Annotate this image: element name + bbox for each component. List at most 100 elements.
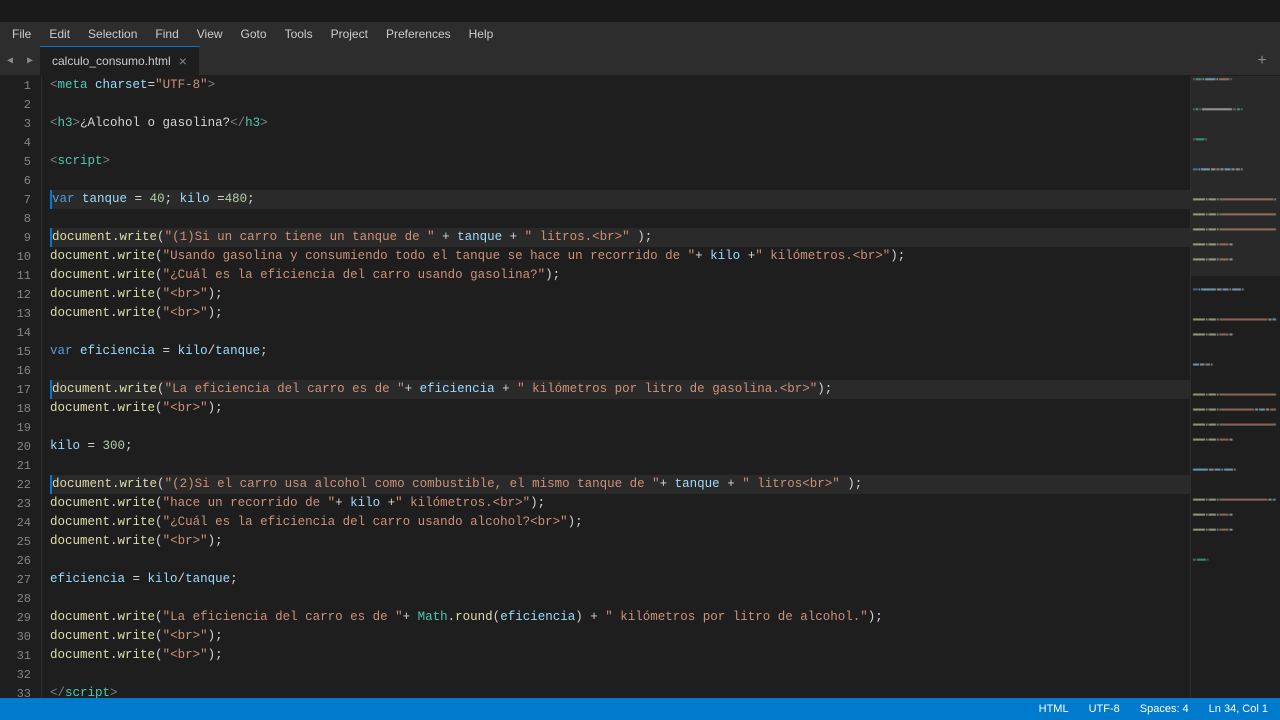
title-bar-controls (1210, 2, 1272, 20)
code-line-8 (50, 209, 1190, 228)
title-bar (0, 0, 1280, 22)
tab-calculo-consumo[interactable]: calculo_consumo.html × (40, 46, 200, 76)
line-number-9: 9 (0, 228, 41, 247)
code-editor[interactable]: <meta charset="UTF-8"> <h3>¿Alcohol o ga… (42, 76, 1190, 698)
close-button[interactable] (1254, 2, 1272, 20)
line-number-29: 29 (0, 608, 41, 627)
code-line-7: var tanque = 40; kilo =480; (50, 190, 1190, 209)
menu-item-project[interactable]: Project (323, 25, 376, 43)
menu-item-find[interactable]: Find (147, 25, 186, 43)
tab-close-button[interactable]: × (179, 54, 187, 68)
menu-item-file[interactable]: File (4, 25, 39, 43)
line-number-7: 7 (0, 190, 41, 209)
line-number-2: 2 (0, 95, 41, 114)
line-number-5: 5 (0, 152, 41, 171)
menu-item-view[interactable]: View (189, 25, 231, 43)
code-line-9: document.write("(1)Si un carro tiene un … (50, 228, 1190, 247)
tab-bar: ◀ ▶ calculo_consumo.html × + (0, 46, 1280, 76)
tab-nav-right[interactable]: ▶ (20, 46, 40, 76)
status-right: HTML UTF-8 Spaces: 4 Ln 34, Col 1 (1035, 703, 1272, 715)
line-number-30: 30 (0, 627, 41, 646)
line-number-4: 4 (0, 133, 41, 152)
code-line-1: <meta charset="UTF-8"> (50, 76, 1190, 95)
menu-item-preferences[interactable]: Preferences (378, 25, 459, 43)
code-line-11: document.write("¿Cuál es la eficiencia d… (50, 266, 1190, 285)
code-line-28 (50, 589, 1190, 608)
menu-item-help[interactable]: Help (461, 25, 502, 43)
code-line-21 (50, 456, 1190, 475)
line-number-13: 13 (0, 304, 41, 323)
line-number-26: 26 (0, 551, 41, 570)
line-number-18: 18 (0, 399, 41, 418)
line-number-19: 19 (0, 418, 41, 437)
line-number-21: 21 (0, 456, 41, 475)
minimap-viewport (1191, 76, 1280, 276)
line-number-22: 22 (0, 475, 41, 494)
maximize-button[interactable] (1232, 2, 1250, 20)
menu-item-tools[interactable]: Tools (277, 25, 321, 43)
line-number-28: 28 (0, 589, 41, 608)
line-number-27: 27 (0, 570, 41, 589)
code-line-16 (50, 361, 1190, 380)
code-line-23: document.write("hace un recorrido de "+ … (50, 494, 1190, 513)
menu-item-edit[interactable]: Edit (41, 25, 78, 43)
code-line-24: document.write("¿Cuál es la eficiencia d… (50, 513, 1190, 532)
line-number-33: 33 (0, 684, 41, 698)
line-number-1: 1 (0, 76, 41, 95)
line-number-15: 15 (0, 342, 41, 361)
tab-nav-left[interactable]: ◀ (0, 46, 20, 76)
status-bar: HTML UTF-8 Spaces: 4 Ln 34, Col 1 (0, 698, 1280, 720)
line-number-20: 20 (0, 437, 41, 456)
code-line-3: <h3>¿Alcohol o gasolina?</h3> (50, 114, 1190, 133)
line-number-14: 14 (0, 323, 41, 342)
code-line-13: document.write("<br>"); (50, 304, 1190, 323)
code-line-12: document.write("<br>"); (50, 285, 1190, 304)
line-number-6: 6 (0, 171, 41, 190)
line-number-17: 17 (0, 380, 41, 399)
line-number-12: 12 (0, 285, 41, 304)
code-line-6 (50, 171, 1190, 190)
menu-item-selection[interactable]: Selection (80, 25, 145, 43)
code-line-19 (50, 418, 1190, 437)
line-number-3: 3 (0, 114, 41, 133)
code-line-17: document.write("La eficiencia del carro … (50, 380, 1190, 399)
code-line-4 (50, 133, 1190, 152)
menu-item-goto[interactable]: Goto (233, 25, 275, 43)
code-line-33: </script> (50, 684, 1190, 698)
code-line-10: document.write("Usando gasolina y consum… (50, 247, 1190, 266)
code-line-32 (50, 665, 1190, 684)
code-line-22: document.write("(2)Si el carro usa alcoh… (50, 475, 1190, 494)
line-number-25: 25 (0, 532, 41, 551)
code-line-18: document.write("<br>"); (50, 399, 1190, 418)
code-line-15: var eficiencia = kilo/tanque; (50, 342, 1190, 361)
status-item[interactable]: UTF-8 (1085, 703, 1124, 715)
line-number-8: 8 (0, 209, 41, 228)
line-number-16: 16 (0, 361, 41, 380)
menu-bar: FileEditSelectionFindViewGotoToolsProjec… (0, 22, 1280, 46)
code-line-25: document.write("<br>"); (50, 532, 1190, 551)
editor-area: 1234567891011121314151617181920212223242… (0, 76, 1280, 698)
tab-label: calculo_consumo.html (52, 54, 171, 68)
code-line-26 (50, 551, 1190, 570)
line-number-10: 10 (0, 247, 41, 266)
line-number-31: 31 (0, 646, 41, 665)
minimap (1190, 76, 1280, 698)
line-number-11: 11 (0, 266, 41, 285)
code-line-20: kilo = 300; (50, 437, 1190, 456)
status-item[interactable]: HTML (1035, 703, 1073, 715)
line-numbers: 1234567891011121314151617181920212223242… (0, 76, 42, 698)
code-line-27: eficiencia = kilo/tanque; (50, 570, 1190, 589)
code-line-5: <script> (50, 152, 1190, 171)
status-item[interactable]: Spaces: 4 (1136, 703, 1193, 715)
code-line-30: document.write("<br>"); (50, 627, 1190, 646)
status-item[interactable]: Ln 34, Col 1 (1205, 703, 1272, 715)
code-line-31: document.write("<br>"); (50, 646, 1190, 665)
line-number-23: 23 (0, 494, 41, 513)
tab-add-button[interactable]: + (1248, 46, 1276, 76)
line-number-24: 24 (0, 513, 41, 532)
code-line-29: document.write("La eficiencia del carro … (50, 608, 1190, 627)
code-line-14 (50, 323, 1190, 342)
minimize-button[interactable] (1210, 2, 1228, 20)
line-number-32: 32 (0, 665, 41, 684)
code-line-2 (50, 95, 1190, 114)
